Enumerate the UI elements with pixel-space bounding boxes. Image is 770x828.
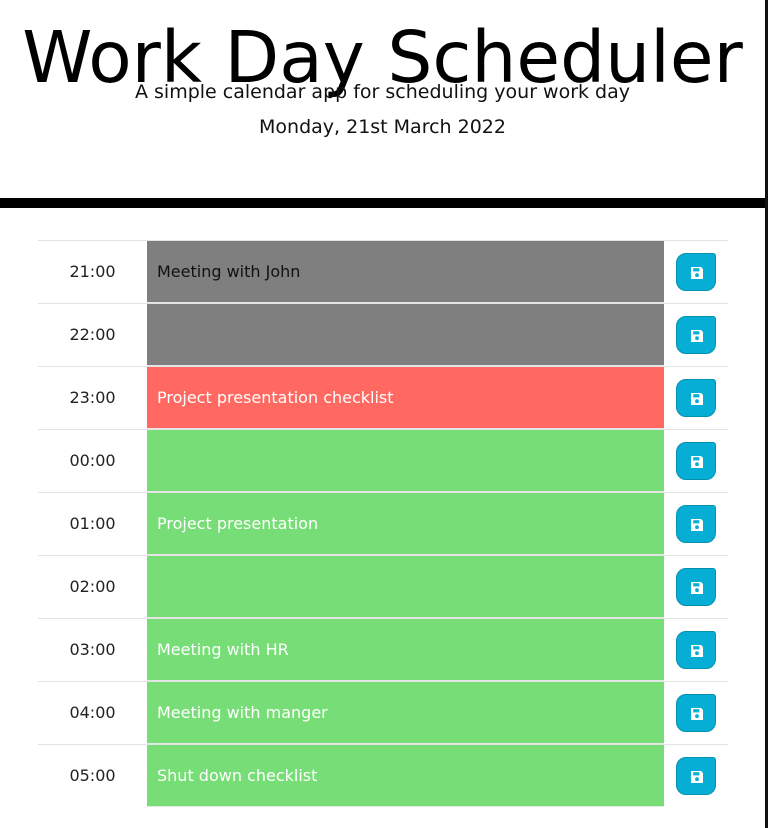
window-edge (765, 0, 768, 828)
save-button[interactable] (676, 757, 716, 795)
description-textarea[interactable]: Shut down checklist (147, 745, 664, 807)
time-block: 02:00 (38, 555, 728, 618)
description-textarea[interactable] (147, 430, 664, 492)
description-textarea[interactable]: Meeting with manger (147, 682, 664, 744)
hour-label: 22:00 (69, 325, 116, 344)
time-block: 23:00 Project presentation checklist (38, 366, 728, 429)
hour-label: 02:00 (69, 577, 116, 596)
time-block: 01:00 Project presentation (38, 492, 728, 555)
jumbotron-header: Work Day Scheduler A simple calendar app… (0, 0, 765, 198)
floppy-disk-icon (691, 330, 703, 342)
header-divider (0, 198, 765, 208)
save-button[interactable] (676, 253, 716, 291)
hour-label: 03:00 (69, 640, 116, 659)
floppy-disk-icon (691, 708, 703, 720)
time-block: 22:00 (38, 303, 728, 366)
time-block: 00:00 (38, 429, 728, 492)
hour-label: 21:00 (69, 262, 116, 281)
current-day: Monday, 21st March 2022 (259, 116, 506, 138)
time-block: 21:00 Meeting with John (38, 240, 728, 303)
description-textarea[interactable] (147, 304, 664, 366)
page: Work Day Scheduler A simple calendar app… (0, 0, 770, 828)
save-button[interactable] (676, 505, 716, 543)
hour-label: 05:00 (69, 766, 116, 785)
hour-label: 00:00 (69, 451, 116, 470)
save-button[interactable] (676, 631, 716, 669)
description-textarea[interactable]: Meeting with John (147, 241, 664, 303)
save-button[interactable] (676, 379, 716, 417)
description-textarea[interactable]: Project presentation checklist (147, 367, 664, 429)
floppy-disk-icon (691, 771, 703, 783)
hour-label: 23:00 (69, 388, 116, 407)
floppy-disk-icon (691, 456, 703, 468)
page-lead: A simple calendar app for scheduling you… (134, 81, 631, 103)
description-textarea[interactable]: Project presentation (147, 493, 664, 555)
floppy-disk-icon (691, 645, 703, 657)
hour-label: 01:00 (69, 514, 116, 533)
description-textarea[interactable] (147, 556, 664, 618)
floppy-disk-icon (691, 519, 703, 531)
floppy-disk-icon (691, 393, 703, 405)
description-textarea[interactable]: Meeting with HR (147, 619, 664, 681)
save-button[interactable] (676, 316, 716, 354)
timeblock-container: 21:00 Meeting with John 22:00 23:00 Proj… (38, 240, 728, 807)
time-block: 05:00 Shut down checklist (38, 744, 728, 807)
time-block: 04:00 Meeting with manger (38, 681, 728, 744)
save-button[interactable] (676, 442, 716, 480)
save-button[interactable] (676, 568, 716, 606)
save-button[interactable] (676, 694, 716, 732)
floppy-disk-icon (691, 267, 703, 279)
hour-label: 04:00 (69, 703, 116, 722)
time-block: 03:00 Meeting with HR (38, 618, 728, 681)
floppy-disk-icon (691, 582, 703, 594)
